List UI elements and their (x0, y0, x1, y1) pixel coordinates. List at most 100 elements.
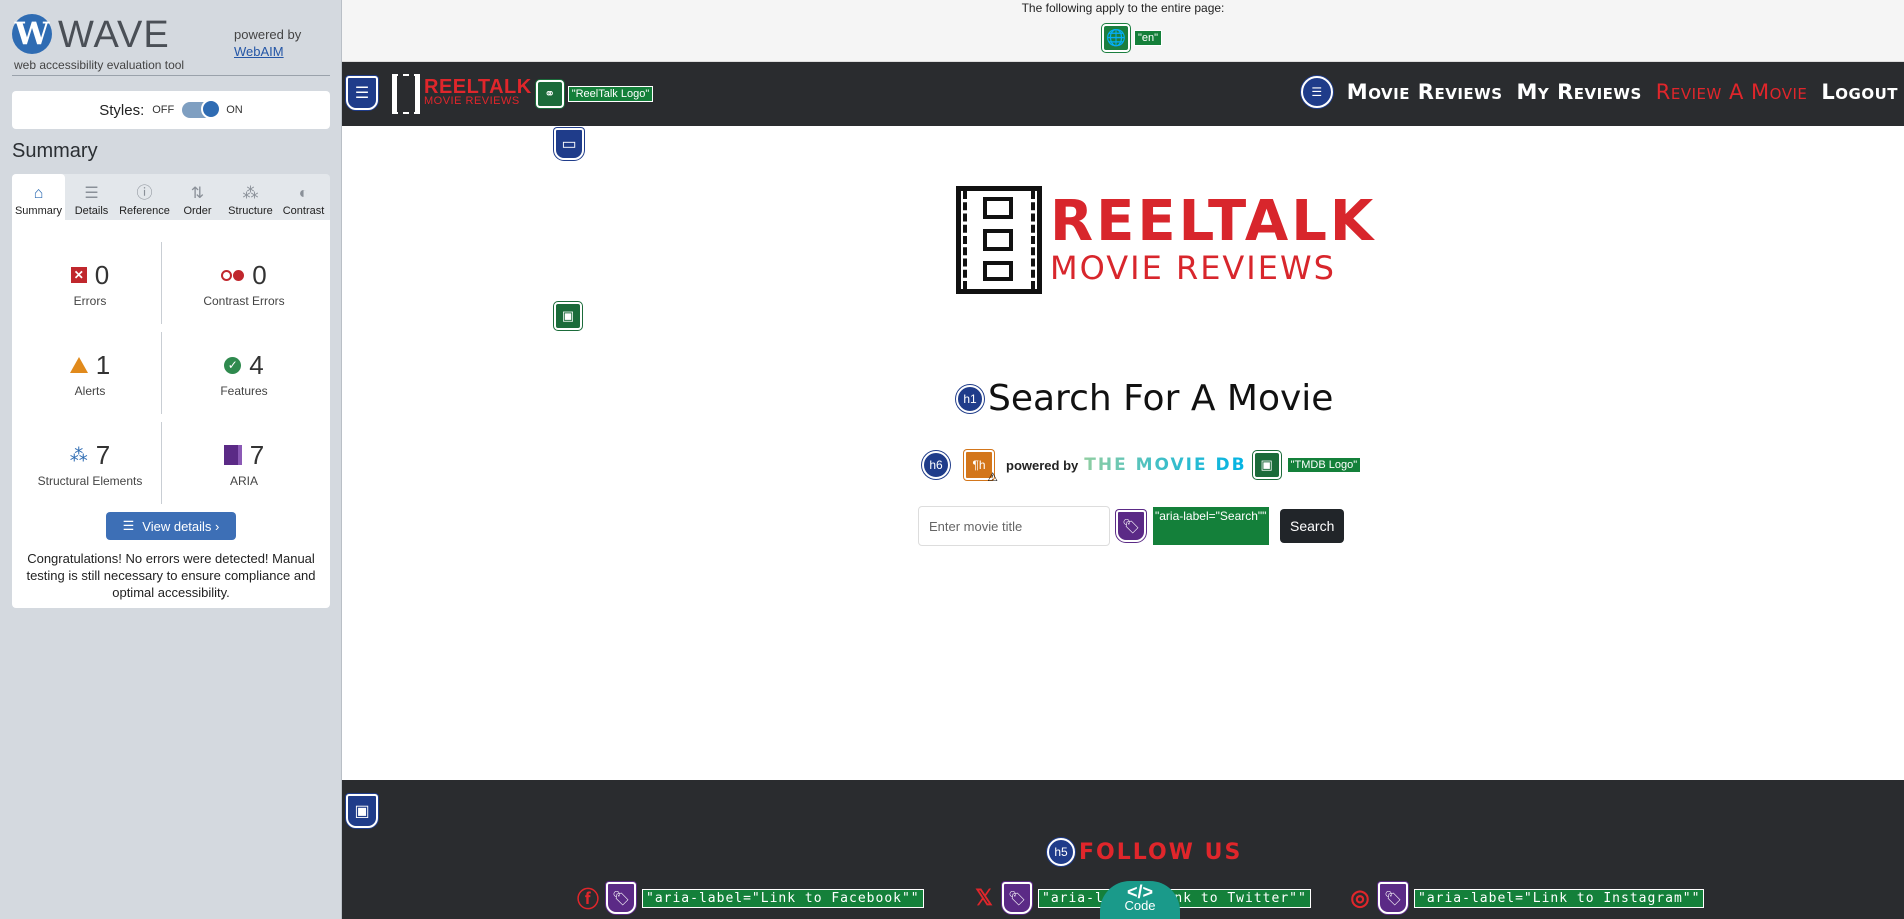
wave-powered-by: powered by WebAIM (234, 26, 301, 60)
hero-logo-text: REELTALK MOVIE REVIEWS (1050, 194, 1376, 287)
home-icon: ⌂ (33, 185, 44, 202)
facebook-aria-label: "aria-label="Link to Facebook"" (642, 888, 924, 908)
heading-alert-icon[interactable]: ¶h (964, 450, 998, 484)
brand-line1: REELTALK (424, 76, 532, 98)
linked-image-icon[interactable]: ⚭ (535, 80, 564, 108)
info-icon: ⓘ (136, 185, 153, 202)
stat-value: 4 (249, 349, 264, 380)
tab-summary[interactable]: ⌂ Summary (12, 174, 65, 220)
stat-features[interactable]: ✓ 4 Features (174, 348, 314, 399)
tmdb-alt-label: "TMDB Logo" (1286, 457, 1362, 473)
instagram-aria-label: "aria-label="Link to Instagram"" (1414, 888, 1705, 908)
h5-icon[interactable]: h5 (1047, 838, 1075, 866)
nav-brand-text: REELTALK MOVIE REVIEWS (424, 76, 532, 108)
stat-value: 7 (249, 439, 265, 470)
powered-by-text: powered by (1006, 457, 1079, 473)
webaim-link[interactable]: WebAIM (234, 44, 284, 59)
aria-label-icon[interactable]: 🏷 (1116, 510, 1146, 542)
footer-region-icon[interactable]: ▣ (346, 794, 378, 828)
aria-label-icon[interactable]: 🏷 (606, 882, 636, 914)
image-icon[interactable]: ▣ (554, 302, 582, 330)
image-icon[interactable]: ▣ (1252, 451, 1281, 479)
powered-by-text: powered by (234, 27, 302, 42)
code-button[interactable]: </> Code (1100, 881, 1180, 919)
page-language-bar: The following apply to the entire page: … (342, 0, 1904, 62)
wave-sidebar: W WAVE web accessibility evaluation tool… (0, 0, 342, 919)
divider (12, 75, 330, 76)
h1-icon[interactable]: h1 (956, 384, 984, 413)
alert-icon (69, 357, 88, 373)
feature-icon: ✓ (224, 356, 242, 374)
lang-icons: 🌐 "en" (1102, 24, 1163, 52)
list-icon: ☰ (84, 185, 99, 202)
logo-alt-label: "ReelTalk Logo" (567, 86, 654, 102)
stat-structural-elements[interactable]: ⁂ 7 Structural Elements (20, 438, 160, 489)
follow-us-heading: h5 FOLLOW US (1047, 838, 1242, 866)
tab-label: Structure (228, 205, 273, 217)
order-icon: ⇅ (190, 185, 205, 202)
list-icon[interactable]: ☰ (1300, 76, 1333, 108)
stat-value: 1 (95, 349, 111, 380)
stat-label: ARIA (229, 474, 258, 488)
toggle-knob (201, 99, 222, 119)
wave-logo-icon[interactable]: W (12, 14, 52, 54)
nav-movie-reviews[interactable]: Movie Reviews (1347, 80, 1503, 104)
instagram-link[interactable]: ◎ 🏷 "aria-label="Link to Instagram"" (1348, 882, 1705, 914)
follow-us-text: FOLLOW US (1079, 839, 1243, 865)
wave-tabs: ⌂ Summary ☰ Details ⓘ Reference ⇅ Order … (12, 174, 330, 220)
congrats-message: Congratulations! No errors were detected… (26, 551, 316, 600)
tab-label: Contrast (282, 205, 325, 217)
h6-icon[interactable]: h6 (922, 451, 950, 479)
divider (161, 332, 162, 414)
tab-order[interactable]: ⇅ Order (171, 174, 224, 220)
tab-reference[interactable]: ⓘ Reference (118, 174, 171, 220)
wave-logo-text: WAVE (58, 14, 170, 56)
instagram-icon: ◎ (1350, 885, 1370, 910)
nav-brand-link[interactable]: REELTALK MOVIE REVIEWS ⚭ "ReelTalk Logo" (392, 74, 654, 114)
main-region-icon[interactable]: ▭ (554, 128, 584, 160)
tab-contrast[interactable]: ◐ Contrast (277, 174, 330, 220)
nav-my-reviews[interactable]: My Reviews (1517, 80, 1642, 104)
lang-value-label: "en" (1134, 30, 1163, 46)
nav-review-a-movie[interactable]: Review A Movie (1656, 80, 1808, 104)
toggle-off-label: OFF (152, 104, 175, 116)
stat-label: Contrast Errors (203, 294, 285, 308)
tab-label: Order (183, 205, 212, 217)
stat-label: Features (220, 384, 268, 398)
code-icon: </> (1126, 882, 1154, 902)
hero-logo: REELTALK MOVIE REVIEWS (956, 186, 1376, 294)
search-button[interactable]: Search (1280, 509, 1345, 543)
nav-logout[interactable]: Logout (1821, 80, 1898, 104)
search-form: Enter movie title 🏷 "aria-label="Search"… (918, 506, 1345, 546)
stat-errors[interactable]: ✕ 0 Errors (20, 258, 160, 308)
view-details-button[interactable]: ☰ View details › (106, 512, 236, 540)
divider (161, 242, 162, 324)
evaluated-page: The following apply to the entire page: … (342, 0, 1904, 919)
code-label: Code (1124, 898, 1156, 913)
aria-label-icon[interactable]: 🏷 (1002, 882, 1032, 914)
tab-details[interactable]: ☰ Details (65, 174, 118, 220)
site-navbar: ☰ REELTALK MOVIE REVIEWS ⚭ "ReelTalk Log… (342, 62, 1904, 126)
search-input[interactable]: Enter movie title (918, 506, 1110, 546)
facebook-link[interactable]: ⓕ 🏷 "aria-label="Link to Facebook"" (576, 882, 924, 914)
tab-label: Details (74, 205, 109, 217)
brand-line2: MOVIE REVIEWS (424, 95, 520, 107)
stat-contrast-errors[interactable]: 0 Contrast Errors (174, 258, 314, 309)
contrast-error-icon (221, 269, 245, 281)
structure-icon: ⁂ (69, 444, 88, 465)
page-title: h1 Search For A Movie (956, 378, 1333, 419)
stat-alerts[interactable]: 1 Alerts (20, 348, 160, 398)
wave-tagline: web accessibility evaluation tool (14, 58, 185, 72)
aria-label-icon[interactable]: 🏷 (1378, 882, 1408, 914)
lang-bar-title: The following apply to the entire page: (1021, 1, 1225, 15)
styles-toggle[interactable] (182, 99, 222, 119)
stat-label: Alerts (74, 384, 106, 398)
header-region-icon[interactable]: ☰ (346, 76, 378, 110)
stat-label: Errors (73, 294, 107, 308)
stat-aria[interactable]: 7 ARIA (174, 438, 314, 488)
powered-by-row: h6 ¶h powered by THE MOVIE DB ▣ "TMDB Lo… (922, 450, 1362, 484)
tab-structure[interactable]: ⁂ Structure (224, 174, 277, 220)
tab-label: Reference (119, 205, 170, 217)
globe-icon[interactable]: 🌐 (1102, 24, 1130, 52)
toggle-on-label: ON (226, 104, 243, 116)
